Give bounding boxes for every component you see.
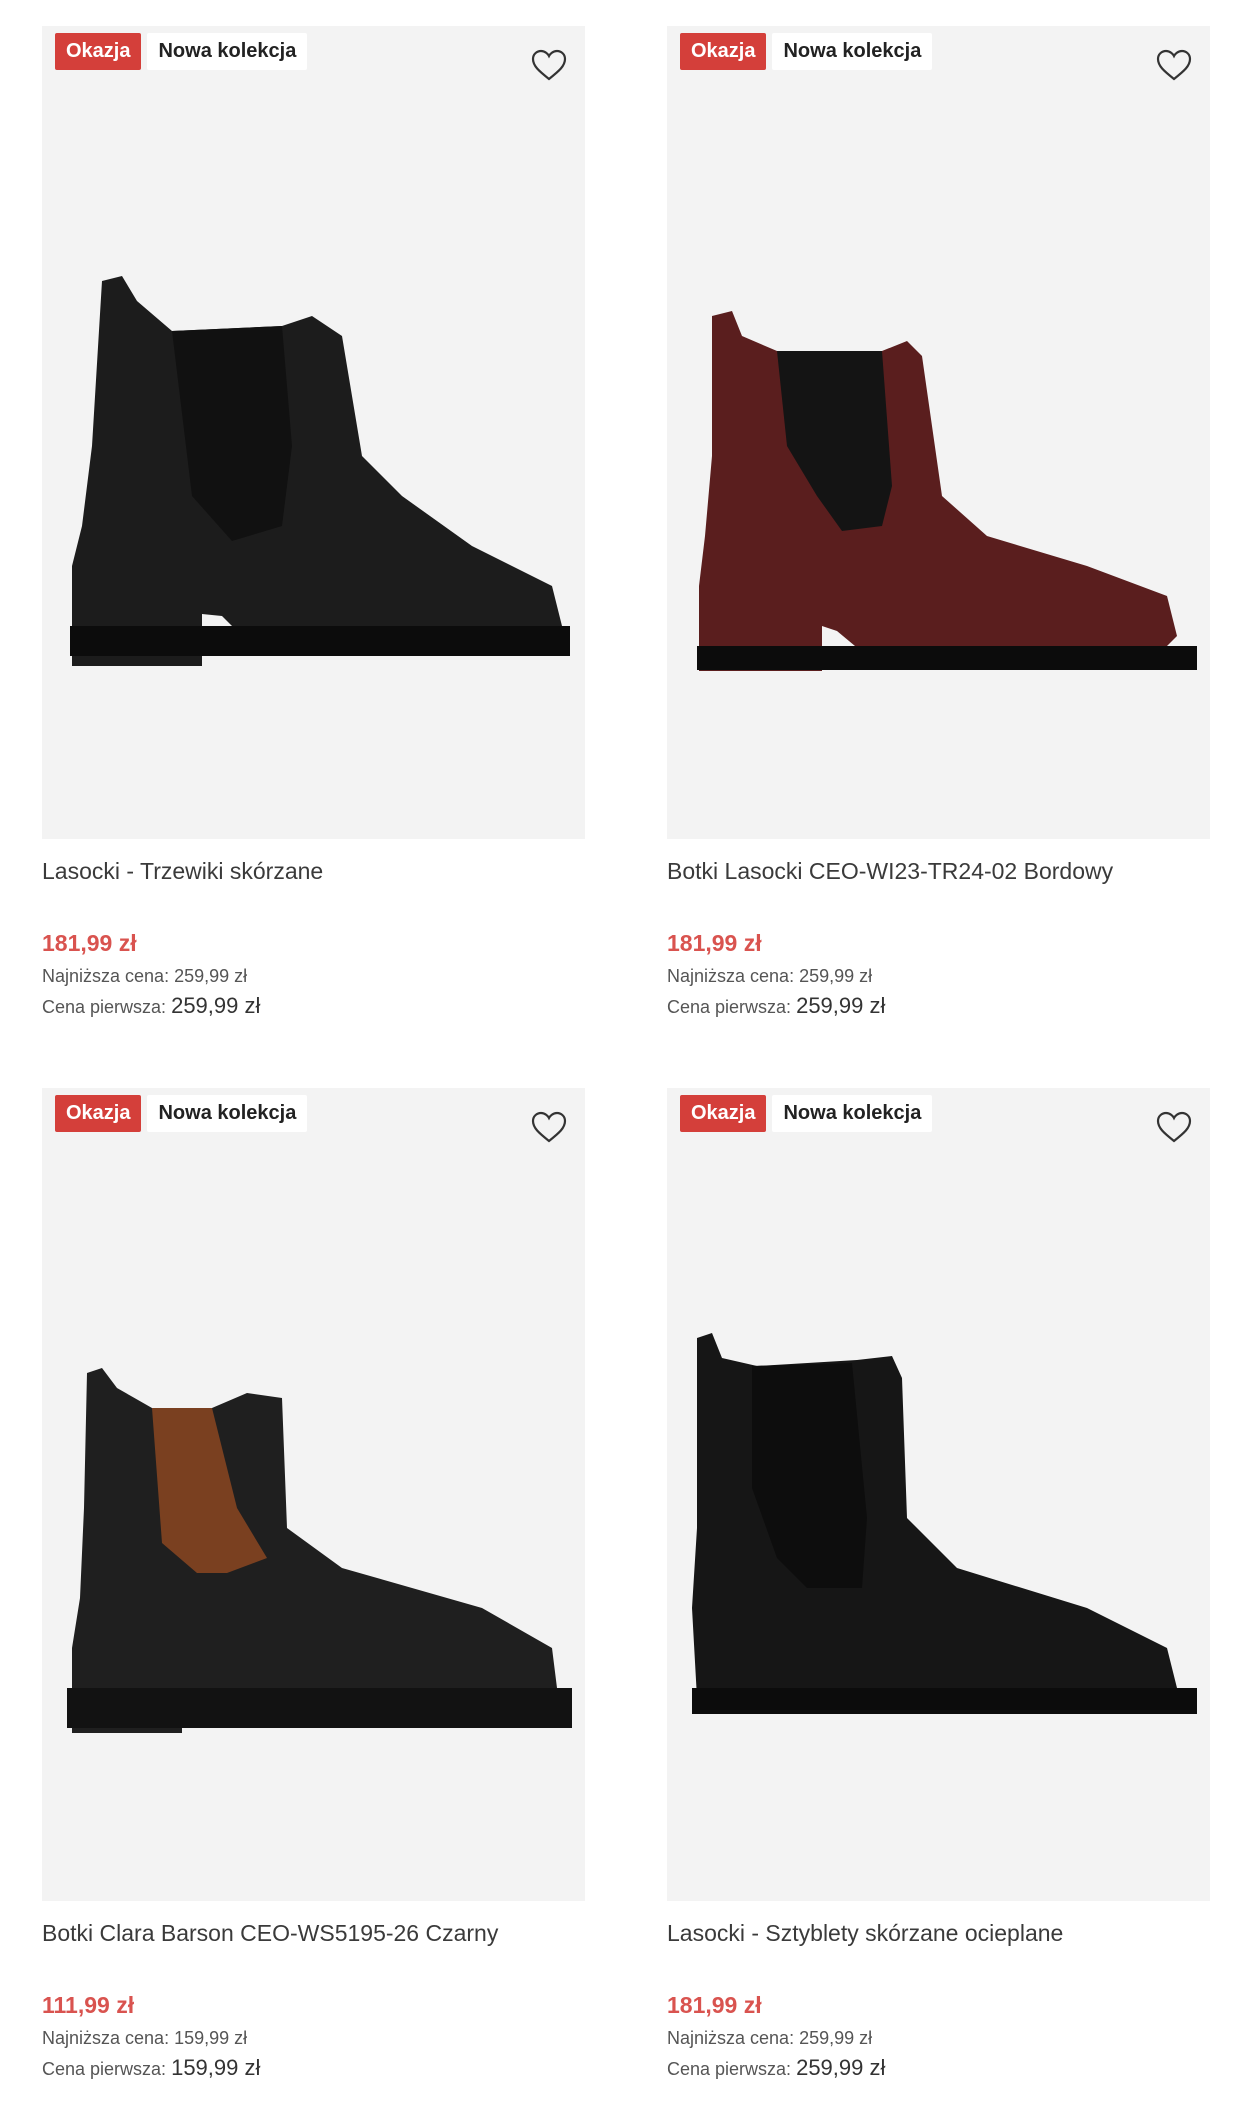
deal-badge: Okazja (55, 1095, 142, 1132)
heart-icon[interactable] (1154, 1108, 1194, 1148)
lowest-price: Najniższa cena: 259,99 zł (42, 964, 585, 988)
first-price-label: Cena pierwsza: (42, 2059, 167, 2079)
sale-price: 111,99 zł (42, 1992, 135, 2018)
lowest-price-label: Najniższa cena: (42, 2028, 170, 2048)
first-price-value: 259,99 zł (171, 993, 261, 1018)
product-image[interactable]: Okazja Nowa kolekcja (667, 26, 1210, 839)
lowest-price-value: 259,99 zł (799, 966, 873, 986)
product-title[interactable]: Botki Clara Barson CEO-WS5195-26 Czarny (42, 1918, 585, 1948)
new-collection-badge: Nowa kolekcja (772, 1095, 933, 1132)
lowest-price: Najniższa cena: 259,99 zł (667, 964, 1210, 988)
first-price-value: 159,99 zł (171, 2055, 261, 2080)
first-price: Cena pierwsza: 159,99 zł (42, 2056, 585, 2081)
new-collection-badge: Nowa kolekcja (147, 33, 308, 70)
lowest-price-value: 159,99 zł (174, 2028, 248, 2048)
first-price: Cena pierwsza: 259,99 zł (667, 994, 1210, 1019)
boot-sole (692, 1688, 1197, 1714)
boot-shoe (699, 311, 1177, 671)
deal-badge: Okazja (55, 33, 142, 70)
heart-icon[interactable] (529, 1108, 569, 1148)
lowest-price-value: 259,99 zł (799, 2028, 873, 2048)
boot-sole (697, 646, 1197, 670)
deal-badge: Okazja (680, 33, 767, 70)
product-title[interactable]: Lasocki - Trzewiki skórzane (42, 856, 585, 886)
boot-sole (67, 1688, 572, 1728)
product-image[interactable]: Okazja Nowa kolekcja (667, 1088, 1210, 1901)
first-price-label: Cena pierwsza: (667, 2059, 792, 2079)
heart-icon[interactable] (1154, 46, 1194, 86)
product-card[interactable]: Okazja Nowa kolekcja Botki Clara Barson … (42, 1088, 585, 2081)
boot-image (697, 311, 1197, 671)
sale-price: 181,99 zł (667, 930, 762, 956)
product-card[interactable]: Okazja Nowa kolekcja Lasocki - Sztyblety… (667, 1088, 1210, 2081)
boot-image (67, 1368, 572, 1733)
first-price: Cena pierwsza: 259,99 zł (667, 2056, 1210, 2081)
boot-image (692, 1333, 1197, 1714)
new-collection-badge: Nowa kolekcja (147, 1095, 308, 1132)
first-price-label: Cena pierwsza: (42, 997, 167, 1017)
boot-shoe (72, 1368, 557, 1733)
new-collection-badge: Nowa kolekcja (772, 33, 933, 70)
product-image[interactable]: Okazja Nowa kolekcja (42, 1088, 585, 1901)
lowest-price-label: Najniższa cena: (667, 2028, 795, 2048)
boot-shoe (72, 276, 562, 666)
boot-sole (70, 626, 570, 656)
first-price-value: 259,99 zł (796, 993, 886, 1018)
boot-image (70, 276, 570, 666)
lowest-price: Najniższa cena: 159,99 zł (42, 2026, 585, 2050)
first-price-value: 259,99 zł (796, 2055, 886, 2080)
lowest-price-label: Najniższa cena: (42, 966, 170, 986)
heart-icon[interactable] (529, 46, 569, 86)
lowest-price: Najniższa cena: 259,99 zł (667, 2026, 1210, 2050)
first-price: Cena pierwsza: 259,99 zł (42, 994, 585, 1019)
first-price-label: Cena pierwsza: (667, 997, 792, 1017)
sale-price: 181,99 zł (667, 1992, 762, 2018)
sale-price: 181,99 zł (42, 930, 137, 956)
product-card[interactable]: Okazja Nowa kolekcja Lasocki - Trzewiki … (42, 26, 585, 1019)
product-title[interactable]: Botki Lasocki CEO-WI23-TR24-02 Bordowy (667, 856, 1210, 886)
product-card[interactable]: Okazja Nowa kolekcja Botki Lasocki CEO-W… (667, 26, 1210, 1019)
product-grid: Okazja Nowa kolekcja Lasocki - Trzewiki … (0, 0, 1250, 2123)
product-title[interactable]: Lasocki - Sztyblety skórzane ocieplane (667, 1918, 1210, 1948)
lowest-price-label: Najniższa cena: (667, 966, 795, 986)
deal-badge: Okazja (680, 1095, 767, 1132)
product-image[interactable]: Okazja Nowa kolekcja (42, 26, 585, 839)
lowest-price-value: 259,99 zł (174, 966, 248, 986)
